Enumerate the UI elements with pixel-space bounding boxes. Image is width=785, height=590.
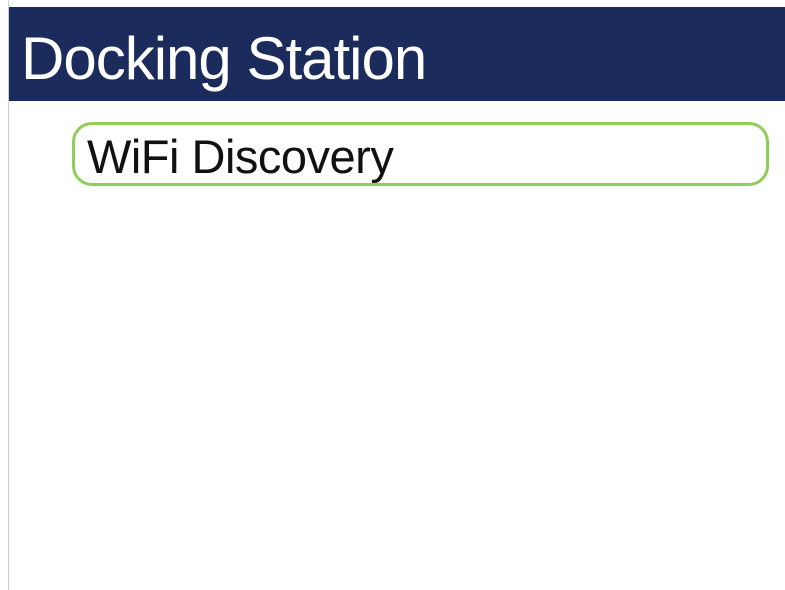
menu-item-wifi-discovery[interactable]: WiFi Discovery [72,122,769,186]
menu-item-label: WiFi Discovery [87,130,394,183]
title-bar: Docking Station [9,7,785,101]
page-title: Docking Station [21,25,427,92]
